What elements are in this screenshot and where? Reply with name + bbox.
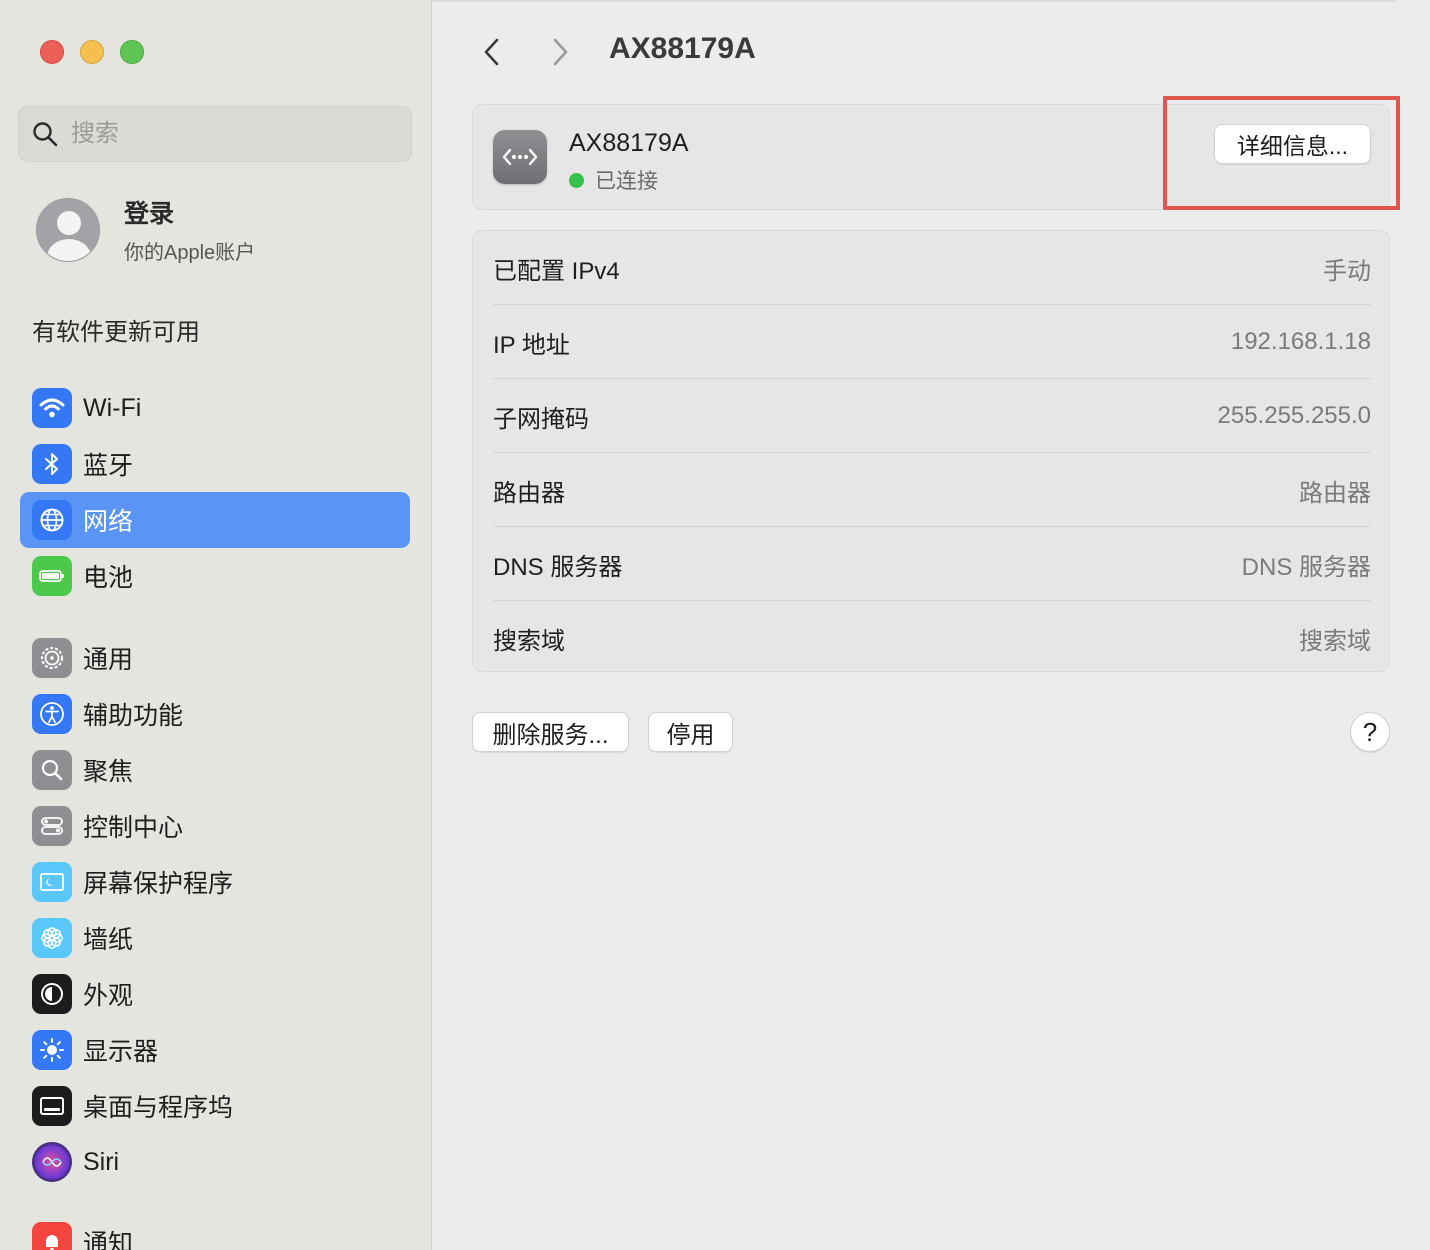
siri-icon <box>32 1142 72 1182</box>
sidebar-item-label: 墙纸 <box>83 926 134 954</box>
sidebar-item-label: 蓝牙 <box>83 452 134 480</box>
sidebar-item-general[interactable]: 通用 <box>20 630 410 686</box>
chevron-left-icon <box>484 38 499 66</box>
row-value: 路由器 <box>1299 479 1371 507</box>
chevron-right-icon <box>553 38 568 66</box>
sidebar-item-spotlight[interactable]: 聚焦 <box>20 742 410 798</box>
sidebar-item-label: 网络 <box>83 508 134 536</box>
page-title: AX88179A <box>609 32 756 65</box>
connection-status: 已连接 <box>569 165 658 195</box>
row-ipv4-config[interactable]: 已配置 IPv4 手动 <box>493 231 1371 305</box>
row-label: 已配置 IPv4 <box>493 257 620 285</box>
main-pane: AX88179A AX88179A 已连接 详细信息... 已配置 IPv4 手… <box>432 0 1430 1250</box>
row-value: DNS 服务器 <box>1241 553 1371 581</box>
software-update-notice[interactable]: 有软件更新可用 <box>32 312 200 347</box>
sidebar-item-label: 显示器 <box>83 1038 159 1066</box>
row-dns-server: DNS 服务器 DNS 服务器 <box>493 527 1371 601</box>
help-button[interactable]: ? <box>1350 712 1390 752</box>
sidebar-item-screensaver[interactable]: 屏幕保护程序 <box>20 854 410 910</box>
status-dot-icon <box>569 172 584 188</box>
apple-account-signin[interactable]: 登录 你的Apple账户 <box>36 194 255 265</box>
row-search-domain: 搜索域 搜索域 <box>493 601 1371 675</box>
status-text: 已连接 <box>595 170 658 193</box>
sidebar-item-battery[interactable]: 电池 <box>20 548 410 604</box>
row-label: 路由器 <box>493 479 565 507</box>
battery-icon <box>32 556 72 596</box>
sidebar-group-system: 通用 辅助功能 聚焦 控制中心 屏幕保护程序 墙纸 外观 显示器 桌面与程序坞 … <box>20 630 410 1190</box>
screensaver-icon <box>32 862 72 902</box>
accessibility-icon <box>32 694 72 734</box>
row-subnet-mask: 子网掩码 255.255.255.0 <box>493 379 1371 453</box>
sidebar: 登录 你的Apple账户 有软件更新可用 Wi-Fi 蓝牙 <box>0 0 432 1250</box>
sidebar-item-displays[interactable]: 显示器 <box>20 1022 410 1078</box>
forward-button[interactable] <box>540 32 580 72</box>
sidebar-item-appearance[interactable]: 外观 <box>20 966 410 1022</box>
sidebar-item-notifications[interactable]: 通知 <box>20 1214 410 1250</box>
close-window-button[interactable] <box>40 40 64 64</box>
sidebar-item-label: 控制中心 <box>83 814 184 842</box>
search-icon <box>33 122 58 147</box>
row-label: IP 地址 <box>493 331 570 359</box>
window-controls <box>40 40 144 64</box>
minimize-window-button[interactable] <box>80 40 104 64</box>
dock-icon <box>32 1086 72 1126</box>
zoom-window-button[interactable] <box>120 40 144 64</box>
sidebar-item-wallpaper[interactable]: 墙纸 <box>20 910 410 966</box>
sidebar-item-label: Siri <box>83 1147 120 1176</box>
row-value: 192.168.1.18 <box>1230 328 1371 355</box>
row-label: 子网掩码 <box>493 405 589 433</box>
account-title: 登录 <box>124 200 175 228</box>
notifications-icon <box>32 1222 72 1250</box>
sidebar-item-control-center[interactable]: 控制中心 <box>20 798 410 854</box>
control-center-icon <box>32 806 72 846</box>
sidebar-item-bluetooth[interactable]: 蓝牙 <box>20 436 410 492</box>
delete-service-button[interactable]: 删除服务... <box>472 712 629 752</box>
sidebar-item-wifi[interactable]: Wi-Fi <box>20 380 410 436</box>
globe-icon <box>32 500 72 540</box>
sidebar-item-label: 屏幕保护程序 <box>83 870 234 898</box>
device-name: AX88179A <box>569 129 689 157</box>
system-settings-window: 登录 你的Apple账户 有软件更新可用 Wi-Fi 蓝牙 <box>0 0 1430 1250</box>
sidebar-item-label: 通用 <box>83 646 134 674</box>
sidebar-search[interactable] <box>18 106 412 162</box>
row-label: 搜索域 <box>493 627 565 655</box>
sidebar-item-label: 电池 <box>83 564 134 592</box>
sidebar-item-accessibility[interactable]: 辅助功能 <box>20 686 410 742</box>
row-value: 搜索域 <box>1299 627 1371 655</box>
sidebar-item-label: 桌面与程序坞 <box>83 1094 234 1122</box>
wallpaper-icon <box>32 918 72 958</box>
row-label: DNS 服务器 <box>493 553 623 581</box>
sidebar-item-label: 辅助功能 <box>83 702 184 730</box>
sidebar-item-desktop-dock[interactable]: 桌面与程序坞 <box>20 1078 410 1134</box>
row-ip-address: IP 地址 192.168.1.18 <box>493 305 1371 379</box>
spotlight-icon <box>32 750 72 790</box>
disable-button[interactable]: 停用 <box>648 712 733 752</box>
sidebar-item-siri[interactable]: Siri <box>20 1134 410 1190</box>
appearance-icon <box>32 974 72 1014</box>
avatar <box>36 197 100 262</box>
search-input[interactable] <box>71 120 391 148</box>
toolbar-divider <box>432 0 1396 2</box>
row-router: 路由器 路由器 <box>493 453 1371 527</box>
sidebar-group-connectivity: Wi-Fi 蓝牙 网络 电池 <box>20 380 410 604</box>
display-icon <box>32 1030 72 1070</box>
row-value: 手动 <box>1323 257 1371 285</box>
sidebar-item-label: Wi-Fi <box>83 393 142 422</box>
row-value: 255.255.255.0 <box>1217 402 1371 429</box>
sidebar-item-label: 外观 <box>83 982 134 1010</box>
network-info-card: 已配置 IPv4 手动 IP 地址 192.168.1.18 子网掩码 255.… <box>472 230 1390 672</box>
sidebar-item-network[interactable]: 网络 <box>20 492 410 548</box>
wifi-icon <box>32 388 72 428</box>
account-subtitle: 你的Apple账户 <box>124 242 256 264</box>
back-button[interactable] <box>472 32 512 72</box>
gear-icon <box>32 638 72 678</box>
sidebar-group-notifications: 通知 <box>20 1214 410 1250</box>
highlight-box <box>1163 96 1400 210</box>
sidebar-item-label: 通知 <box>83 1230 134 1250</box>
bluetooth-icon <box>32 444 72 484</box>
sidebar-item-label: 聚焦 <box>83 758 134 786</box>
ethernet-icon <box>493 130 547 184</box>
